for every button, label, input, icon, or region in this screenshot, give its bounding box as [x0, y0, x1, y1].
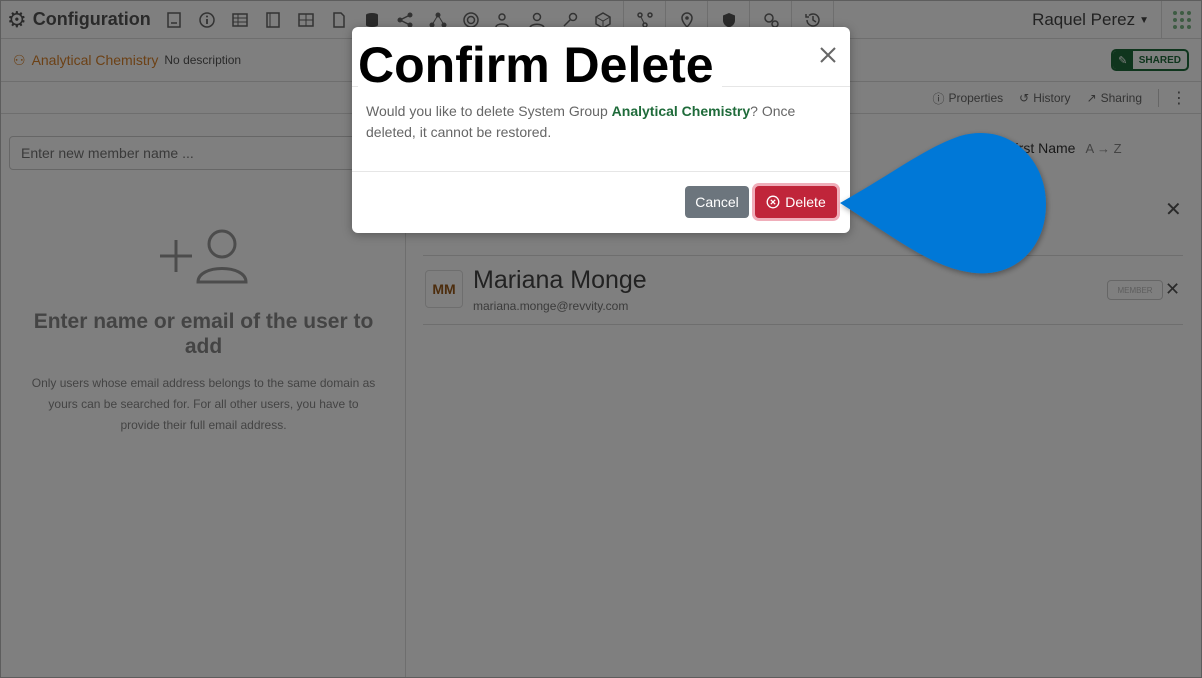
message-prefix: Would you like to delete System Group — [366, 103, 612, 119]
cancel-button[interactable]: Cancel — [685, 186, 749, 218]
dialog-footer: Cancel Delete — [352, 171, 850, 233]
dialog-message: Would you like to delete System Group An… — [366, 101, 826, 143]
delete-label: Delete — [785, 194, 826, 210]
close-icon[interactable] — [816, 43, 840, 67]
cancel-label: Cancel — [695, 194, 739, 210]
message-group-name: Analytical Chemistry — [611, 103, 751, 119]
delete-button[interactable]: Delete — [755, 186, 837, 218]
dialog-title: Confirm Delete — [358, 37, 722, 93]
dialog-header: Confirm Delete — [352, 27, 850, 93]
confirm-delete-dialog: Confirm Delete Would you like to delete … — [352, 27, 850, 233]
close-circle-icon — [766, 195, 780, 209]
